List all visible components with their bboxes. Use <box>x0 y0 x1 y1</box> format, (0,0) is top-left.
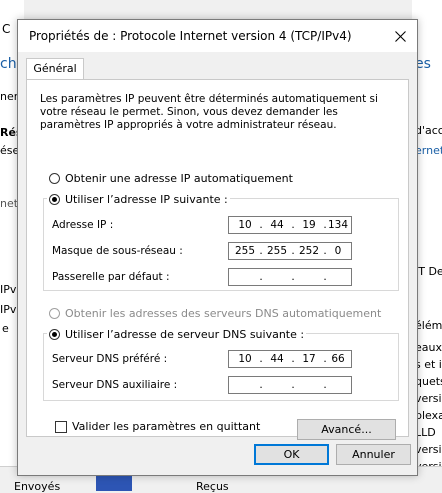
bg-fragment: ernet <box>415 144 442 157</box>
bg-sent-label: Envoyés <box>14 480 61 493</box>
validate-option[interactable]: Valider les paramètres en quittant <box>55 420 260 433</box>
octet: 255 <box>266 245 288 257</box>
gateway-label: Passerelle par défaut : <box>52 271 170 283</box>
preferred-dns-field[interactable]: 10 . 44 . 17 . 66 <box>228 350 352 368</box>
dns-manual-radio[interactable] <box>49 329 60 340</box>
octet: 134 <box>327 219 349 231</box>
bg-fragment: plexag <box>415 409 442 422</box>
bg-fragment: s et im <box>415 358 442 371</box>
ip-manual-radio[interactable] <box>49 194 60 205</box>
dns-auto-radio[interactable] <box>49 308 60 319</box>
general-panel: Les paramètres IP peuvent être déterminé… <box>26 79 409 440</box>
bg-fragment: C <box>2 22 11 36</box>
octet: 19 <box>302 219 316 231</box>
close-button[interactable] <box>383 20 417 52</box>
bg-fragment: quets <box>415 375 442 388</box>
validate-label: Valider les paramètres en quittant <box>72 420 261 433</box>
octet-separator: . <box>291 271 295 283</box>
tcpip-properties-dialog: Propriétés de : Protocole Internet versi… <box>17 19 418 476</box>
dialog-title: Propriétés de : Protocole Internet versi… <box>29 29 352 43</box>
bg-fragment: élém <box>415 319 442 332</box>
octet-separator: . <box>259 379 263 391</box>
bg-fragment: LLD <box>415 426 436 439</box>
ip-auto-label: Obtenir une adresse IP automatiquement <box>65 172 293 185</box>
ip-auto-option[interactable]: Obtenir une adresse IP automatiquement <box>49 172 293 185</box>
octet-separator: . <box>259 271 263 283</box>
bg-fragment: IPv <box>0 283 17 296</box>
cancel-button[interactable]: Annuler <box>336 444 411 465</box>
octet: 252 <box>298 245 320 257</box>
octet: 10 <box>238 353 252 365</box>
dns-auto-label: Obtenir les adresses des serveurs DNS au… <box>65 307 382 320</box>
alternate-dns-label: Serveur DNS auxiliaire : <box>52 379 178 391</box>
preferred-dns-label: Serveur DNS préféré : <box>52 353 168 365</box>
octet-separator: . <box>323 379 327 391</box>
tab-general[interactable]: Général <box>26 58 84 80</box>
bg-fragment: IT De <box>415 265 442 278</box>
ip-address-label: Adresse IP : <box>52 219 114 231</box>
octet-separator: . <box>291 379 295 391</box>
dns-auto-option[interactable]: Obtenir les adresses des serveurs DNS au… <box>49 307 381 320</box>
subnet-mask-field[interactable]: 255 . 255 . 252 . 0 <box>228 242 352 260</box>
bg-fragment: e <box>2 322 9 335</box>
octet: 17 <box>302 353 316 365</box>
bg-received-label: Reçus <box>196 480 229 493</box>
octet: 0 <box>334 245 342 257</box>
advanced-button[interactable]: Avancé... <box>297 419 396 440</box>
ip-auto-radio[interactable] <box>49 173 60 184</box>
bg-fragment: versio <box>415 443 442 456</box>
bg-fragment: ner <box>0 90 19 103</box>
description-text: Les paramètres IP peuvent être déterminé… <box>40 93 378 131</box>
title-bar[interactable]: Propriétés de : Protocole Internet versi… <box>18 20 417 52</box>
ip-manual-label: Utiliser l’adresse IP suivante : <box>65 193 228 206</box>
close-icon <box>394 30 406 42</box>
ip-manual-option[interactable]: Utiliser l’adresse IP suivante : <box>47 193 230 206</box>
octet: 44 <box>270 219 284 231</box>
dns-manual-option[interactable]: Utiliser l’adresse de serveur DNS suivan… <box>47 328 307 341</box>
subnet-mask-label: Masque de sous-réseau : <box>52 245 183 257</box>
octet: 44 <box>270 353 284 365</box>
dns-manual-label: Utiliser l’adresse de serveur DNS suivan… <box>65 328 305 341</box>
bg-fragment: IPv <box>0 303 17 316</box>
octet-separator: . <box>323 271 327 283</box>
alternate-dns-field[interactable]: . . . <box>228 376 352 394</box>
ip-address-field[interactable]: 10 . 44 . 19 . 134 <box>228 216 352 234</box>
bg-fragment: eaux <box>415 341 442 354</box>
octet: 66 <box>331 353 345 365</box>
bg-fragment: net <box>0 197 19 210</box>
ok-button[interactable]: OK <box>254 444 329 465</box>
octet: 10 <box>238 219 252 231</box>
gateway-field[interactable]: . . . <box>228 268 352 286</box>
octet: 255 <box>234 245 256 257</box>
bg-fragment: versio <box>415 392 442 405</box>
bg-fragment: d'acc <box>415 124 442 137</box>
validate-checkbox[interactable] <box>55 420 67 433</box>
